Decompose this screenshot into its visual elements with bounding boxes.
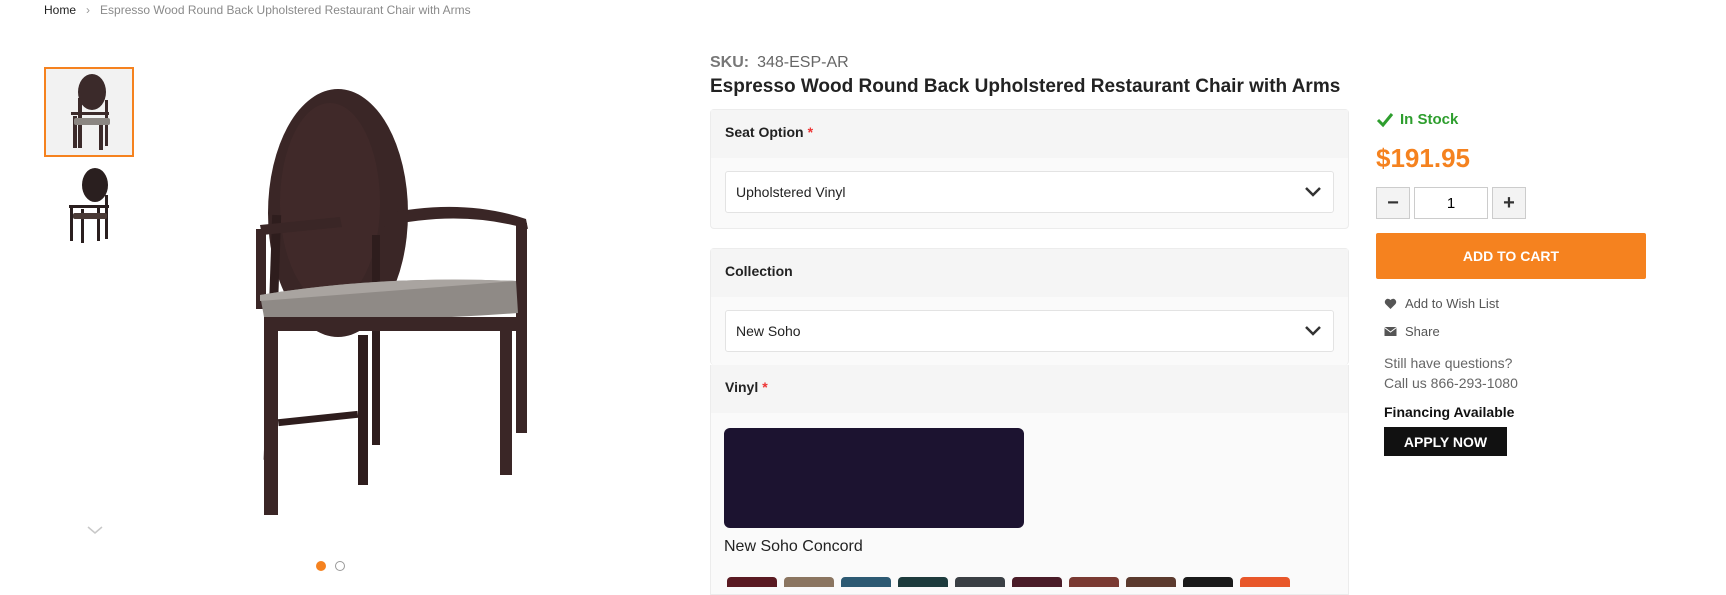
collection-label: Collection [725,263,793,279]
required-marker: * [807,124,814,140]
carousel-dot-1[interactable] [316,561,326,571]
phone-text: Call us 866-293-1080 [1384,375,1518,391]
chair-front-thumbnail [71,74,110,150]
chevron-down-icon [1305,187,1321,197]
envelope-icon [1384,327,1397,336]
seat-option-panel: Seat Option * Upholstered Vinyl [710,109,1349,229]
product-price: $191.95 [1376,143,1470,173]
quantity-stepper: − + [1376,187,1526,219]
vinyl-label: Vinyl [725,379,759,395]
share-label: Share [1405,324,1440,339]
chevron-down-icon [1305,326,1321,336]
product-sku: SKU: 348-ESP-AR [710,54,849,72]
collection-header: Collection [711,249,1348,297]
product-main-image[interactable] [230,85,560,525]
vinyl-swatch-option[interactable] [727,577,777,587]
sku-value: 348-ESP-AR [757,54,849,71]
quantity-input[interactable] [1414,187,1488,219]
questions-text: Still have questions? [1384,355,1513,371]
vinyl-swatch-option[interactable] [1012,577,1062,587]
quantity-increase-button[interactable]: + [1492,187,1526,219]
collection-select[interactable]: New Soho [725,310,1334,352]
selected-vinyl-name: New Soho Concord [724,538,863,555]
vinyl-swatch-option[interactable] [1183,577,1233,587]
vinyl-swatch-option[interactable] [841,577,891,587]
vinyl-swatch-option[interactable] [1240,577,1290,587]
add-to-wishlist-link[interactable]: Add to Wish List [1384,296,1499,311]
checkmark-icon [1376,112,1394,127]
vinyl-swatch-option[interactable] [955,577,1005,587]
quantity-decrease-button[interactable]: − [1376,187,1410,219]
vinyl-swatch-option[interactable] [1069,577,1119,587]
apply-now-button[interactable]: APPLY NOW [1384,427,1507,456]
heart-icon [1384,298,1397,309]
breadcrumb-home-link[interactable]: Home [44,3,76,17]
share-link[interactable]: Share [1384,324,1440,339]
seat-option-select[interactable]: Upholstered Vinyl [725,171,1334,213]
contact-info: Still have questions? Call us 866-293-10… [1384,353,1518,393]
financing-title: Financing Available [1384,404,1515,420]
vinyl-header: Vinyl * [711,365,1348,413]
breadcrumb: Home › Espresso Wood Round Back Upholste… [44,3,471,17]
vinyl-swatch-option[interactable] [784,577,834,587]
chair-back-thumbnail [69,168,109,243]
add-to-cart-button[interactable]: ADD TO CART [1376,233,1646,279]
sku-label: SKU: [710,54,750,71]
vinyl-swatch-list [727,577,1290,587]
seat-option-header: Seat Option * [711,110,1348,158]
selected-vinyl-swatch[interactable] [724,428,1024,528]
breadcrumb-current: Espresso Wood Round Back Upholstered Res… [100,3,471,17]
gallery-thumbnail-back[interactable] [44,160,134,250]
stock-status: In Stock [1376,111,1458,128]
vinyl-swatch-option[interactable] [1126,577,1176,587]
carousel-dots [316,561,345,571]
gallery-scroll-down-icon[interactable] [85,524,105,536]
carousel-dot-2[interactable] [335,561,345,571]
required-marker: * [762,379,768,395]
product-title: Espresso Wood Round Back Upholstered Res… [710,76,1341,97]
gallery-thumbnail-front[interactable] [44,67,134,157]
breadcrumb-separator: › [86,3,91,17]
wishlist-label: Add to Wish List [1405,296,1499,311]
vinyl-swatch-option[interactable] [898,577,948,587]
stock-text: In Stock [1400,111,1459,128]
collection-value: New Soho [736,323,801,339]
seat-option-value: Upholstered Vinyl [736,184,846,200]
seat-option-label: Seat Option [725,124,804,140]
collection-panel: Collection New Soho [710,248,1349,365]
